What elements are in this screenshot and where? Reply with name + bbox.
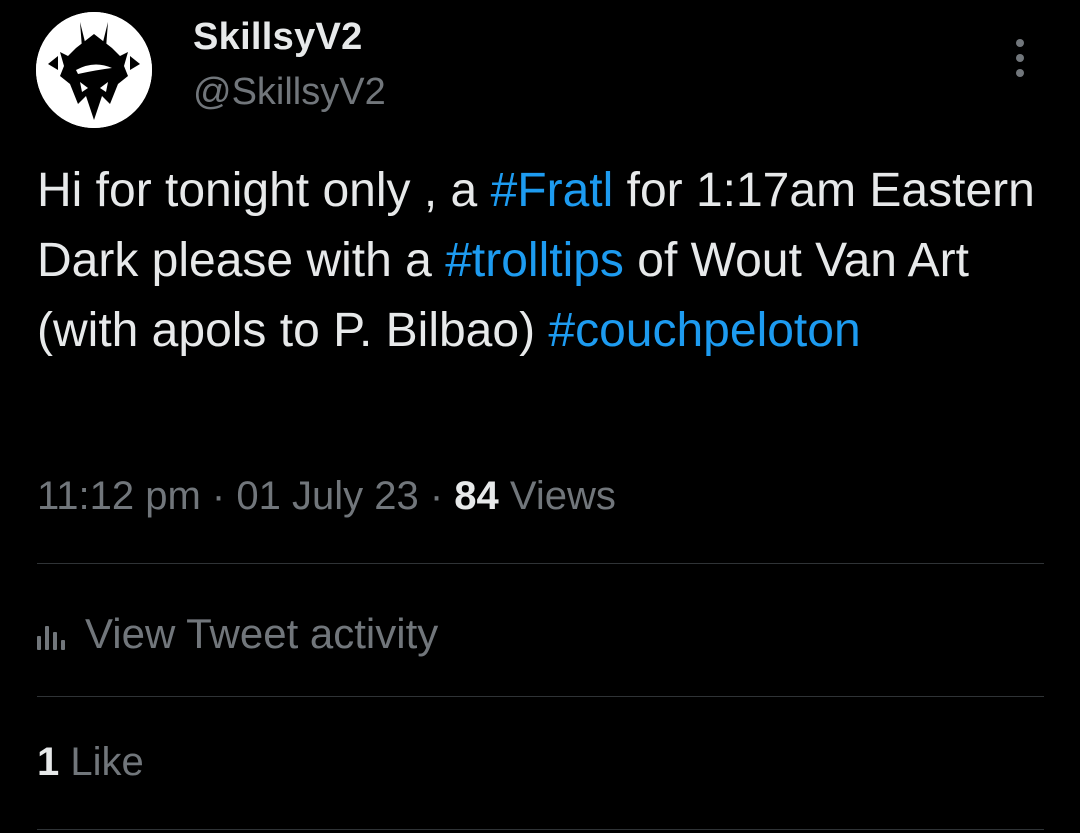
divider [37,563,1044,564]
views-label: Views [509,474,616,518]
bar-chart-icon [37,624,65,650]
tweet-date[interactable]: 01 July 23 [236,474,418,518]
like-count: 1 [37,740,60,784]
view-tweet-activity-link[interactable]: View Tweet activity [37,605,438,663]
more-vertical-icon-dot [1016,54,1024,62]
views-count: 84 [454,474,499,518]
hashtag-trolltips-link[interactable]: #trolltips [445,234,624,287]
meta-separator: · [418,474,455,518]
divider [37,696,1044,697]
meta-separator: · [200,474,237,518]
more-vertical-icon [1016,39,1024,47]
view-tweet-activity-label: View Tweet activity [85,610,439,657]
more-options-button[interactable] [1000,34,1040,82]
author-display-name[interactable]: SkillsyV2 [193,16,363,59]
skull-mask-logo-icon [36,12,152,128]
tweet-meta: 11:12 pm · 01 July 23 · 84 Views [37,474,616,519]
tweet-text: Hi for tonight only , a #Fratl for 1:17a… [37,156,1047,366]
hashtag-couchpeloton-link[interactable]: #couchpeloton [548,304,860,357]
tweet-time[interactable]: 11:12 pm [37,474,201,518]
likes-count-link[interactable]: 1 Like [37,740,144,785]
avatar[interactable] [36,12,152,128]
tweet-text-segment: Hi for tonight only , a [37,164,491,217]
divider [37,829,1044,830]
like-label: Like [70,740,144,784]
author-handle[interactable]: @SkillsyV2 [193,71,386,114]
more-vertical-icon-dot [1016,69,1024,77]
hashtag-fratl-link[interactable]: #Fratl [491,164,614,217]
